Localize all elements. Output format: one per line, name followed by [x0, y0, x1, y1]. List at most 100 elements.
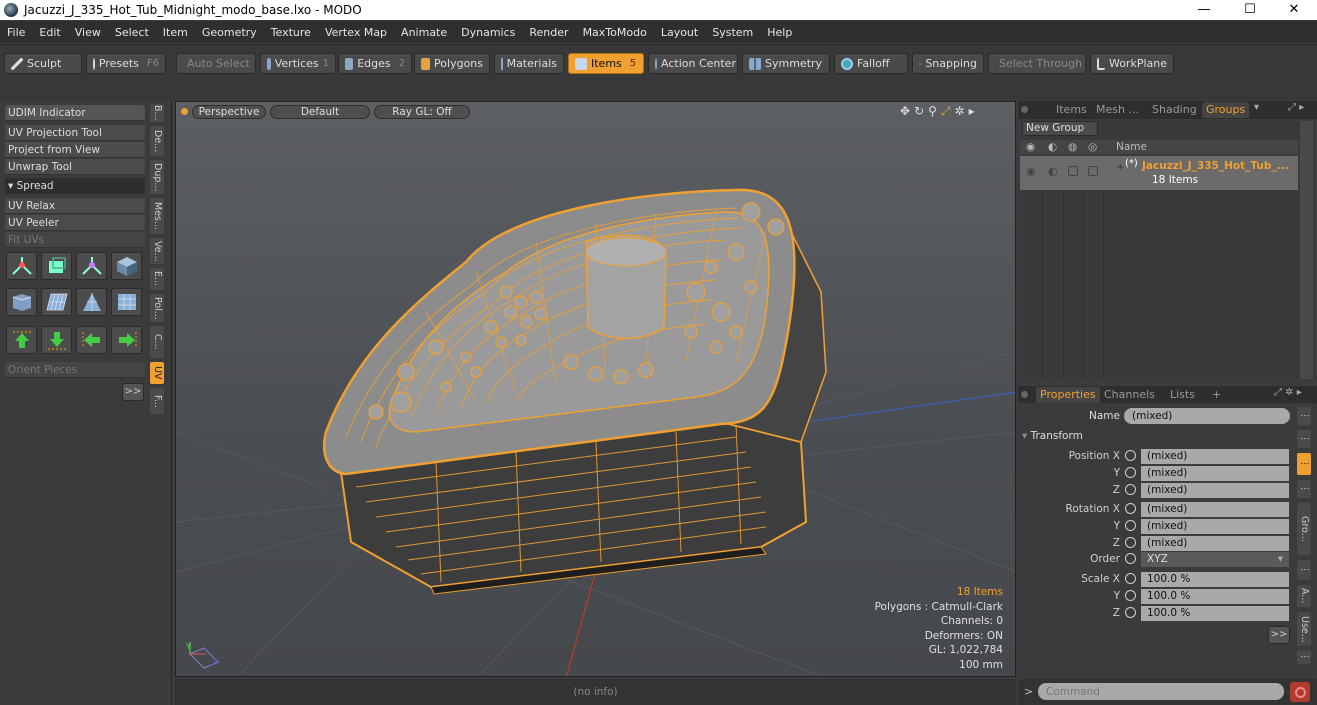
- uv-projection-tool-button[interactable]: UV Projection Tool: [5, 125, 145, 141]
- name-field[interactable]: (mixed): [1124, 408, 1290, 424]
- menu-geometry[interactable]: Geometry: [195, 26, 264, 39]
- rside-tab-1[interactable]: ⋮: [1297, 407, 1311, 425]
- spread-section[interactable]: ▾ Spread: [5, 178, 145, 194]
- rside-tab-user[interactable]: Use...: [1297, 612, 1311, 646]
- position-y-field[interactable]: (mixed): [1141, 466, 1289, 481]
- group-select-toggle-icon[interactable]: [1088, 166, 1098, 176]
- rside-tab-groups[interactable]: Gro...: [1297, 503, 1311, 555]
- record-macro-button[interactable]: [1290, 682, 1310, 702]
- rside-tab-2[interactable]: ⋮: [1297, 430, 1311, 448]
- fit-uvs-button[interactable]: Fit UVs: [5, 232, 145, 248]
- uv-cube-tool-button[interactable]: [111, 252, 142, 280]
- 3d-viewport[interactable]: Perspective Default Ray GL: Off ✥↻⚲⤢✲▸ Y…: [175, 101, 1016, 677]
- vtab-curve[interactable]: C...: [150, 326, 164, 358]
- tab-channels[interactable]: Channels: [1100, 387, 1159, 403]
- scale-z-field[interactable]: 100.0 %: [1141, 606, 1289, 621]
- vtab-uv[interactable]: UV: [150, 362, 164, 384]
- select-through-button[interactable]: Select Through: [988, 53, 1086, 74]
- panel-menu-dot-icon[interactable]: [1021, 106, 1028, 113]
- sculpt-button[interactable]: Sculpt: [4, 53, 82, 74]
- minimize-button[interactable]: —: [1181, 0, 1227, 20]
- vtab-polygon[interactable]: Pol...: [150, 294, 164, 322]
- uv-peeler-button[interactable]: UV Peeler: [5, 215, 145, 231]
- uv-transform-tool-button[interactable]: [6, 252, 37, 280]
- maximize-button[interactable]: ☐: [1227, 0, 1273, 20]
- project-from-view-button[interactable]: Project from View: [5, 142, 145, 158]
- vtab-basic[interactable]: B...: [150, 104, 164, 122]
- menu-texture[interactable]: Texture: [264, 26, 318, 39]
- rside-tab-active[interactable]: ⋮: [1297, 453, 1311, 475]
- menu-item[interactable]: Item: [156, 26, 195, 39]
- position-x-key-icon[interactable]: [1125, 450, 1136, 461]
- rotation-y-field[interactable]: (mixed): [1141, 519, 1289, 534]
- uv-box-tool-button[interactable]: [41, 252, 72, 280]
- uv-pyramid-tool-button[interactable]: [76, 288, 107, 316]
- presets-button[interactable]: Presets F6: [86, 53, 166, 74]
- materials-button[interactable]: Materials: [494, 53, 564, 74]
- scale-x-field[interactable]: 100.0 %: [1141, 572, 1289, 587]
- rotation-x-key-icon[interactable]: [1125, 503, 1136, 514]
- uv-relax-button[interactable]: UV Relax: [5, 198, 145, 214]
- uv-unwrap-cube-button[interactable]: [6, 288, 37, 316]
- tab-lists[interactable]: Lists: [1166, 387, 1199, 403]
- rotation-x-field[interactable]: (mixed): [1141, 502, 1289, 517]
- position-y-key-icon[interactable]: [1125, 467, 1136, 478]
- uv-align-right-button[interactable]: [111, 326, 142, 354]
- orient-pieces-button[interactable]: Orient Pieces: [5, 362, 145, 378]
- properties-expand-icon[interactable]: ⤢ ✲ ▸: [1274, 387, 1302, 398]
- rside-tab-4[interactable]: ⋮: [1297, 560, 1311, 580]
- edges-button[interactable]: Edges 2: [338, 53, 412, 74]
- rside-tab-3[interactable]: ⋮: [1297, 480, 1311, 498]
- udim-indicator-button[interactable]: UDIM Indicator: [5, 105, 145, 121]
- uv-checker-tool-button[interactable]: [111, 288, 142, 316]
- tab-mesh[interactable]: Mesh ...: [1092, 102, 1143, 118]
- scale-z-key-icon[interactable]: [1125, 607, 1136, 618]
- groups-scrollbar[interactable]: [1300, 121, 1313, 379]
- polygons-button[interactable]: Polygons: [414, 53, 490, 74]
- tab-properties[interactable]: Properties: [1036, 387, 1100, 403]
- symmetry-button[interactable]: Symmetry: [742, 53, 830, 74]
- group-expand-icon[interactable]: +: [1116, 162, 1124, 173]
- menu-maxtomodo[interactable]: MaxToModo: [576, 26, 654, 39]
- group-row[interactable]: ◉ ◐ + (*) Jacuzzi_J_335_Hot_Tub_... 18 I…: [1020, 156, 1298, 190]
- position-x-field[interactable]: (mixed): [1141, 449, 1289, 464]
- menu-view[interactable]: View: [68, 26, 108, 39]
- vtab-fusion[interactable]: F...: [150, 388, 164, 414]
- rotation-z-field[interactable]: (mixed): [1141, 536, 1289, 551]
- group-lock-toggle-icon[interactable]: [1068, 166, 1078, 176]
- transform-section[interactable]: ▾ Transform: [1022, 430, 1292, 444]
- command-input[interactable]: [1038, 683, 1284, 700]
- position-z-field[interactable]: (mixed): [1141, 483, 1289, 498]
- vtab-duplicate[interactable]: Dup...: [150, 160, 164, 194]
- vtab-vertex[interactable]: Ve...: [150, 238, 164, 264]
- menu-edit[interactable]: Edit: [32, 26, 67, 39]
- uv-align-top-button[interactable]: [6, 326, 37, 354]
- workplane-button[interactable]: WorkPlane: [1090, 53, 1174, 74]
- auto-select-button[interactable]: Auto Select: [176, 53, 256, 74]
- tab-shading[interactable]: Shading: [1148, 102, 1201, 118]
- scale-y-key-icon[interactable]: [1125, 590, 1136, 601]
- menu-select[interactable]: Select: [108, 26, 156, 39]
- menu-vertex-map[interactable]: Vertex Map: [318, 26, 394, 39]
- properties-more-button[interactable]: >>: [1268, 626, 1290, 644]
- rside-tab-a[interactable]: A...: [1297, 585, 1311, 607]
- close-button[interactable]: ✕: [1271, 0, 1317, 20]
- order-dropdown[interactable]: XYZ ▾: [1141, 552, 1289, 567]
- uv-align-left-button[interactable]: [76, 326, 107, 354]
- menu-render[interactable]: Render: [522, 26, 575, 39]
- scale-x-key-icon[interactable]: [1125, 573, 1136, 584]
- action-center-button[interactable]: Action Center: [648, 53, 738, 74]
- vtab-deform[interactable]: De...: [150, 126, 164, 156]
- group-render-toggle-icon[interactable]: ◐: [1048, 165, 1058, 178]
- more-tools-button[interactable]: >>: [122, 383, 144, 401]
- uv-align-bottom-button[interactable]: [41, 326, 72, 354]
- uv-move-tool-button[interactable]: [76, 252, 107, 280]
- vtab-edge[interactable]: E...: [150, 268, 164, 290]
- new-group-button[interactable]: New Group: [1022, 121, 1098, 136]
- tabs-dropdown-icon[interactable]: ▾: [1254, 102, 1259, 113]
- vtab-mesh-edit[interactable]: Mes...: [150, 198, 164, 234]
- properties-menu-dot-icon[interactable]: [1021, 391, 1028, 398]
- vertices-button[interactable]: Vertices 1: [260, 53, 336, 74]
- unwrap-tool-button[interactable]: Unwrap Tool: [5, 159, 145, 175]
- rside-tab-5[interactable]: ⋮: [1297, 650, 1311, 664]
